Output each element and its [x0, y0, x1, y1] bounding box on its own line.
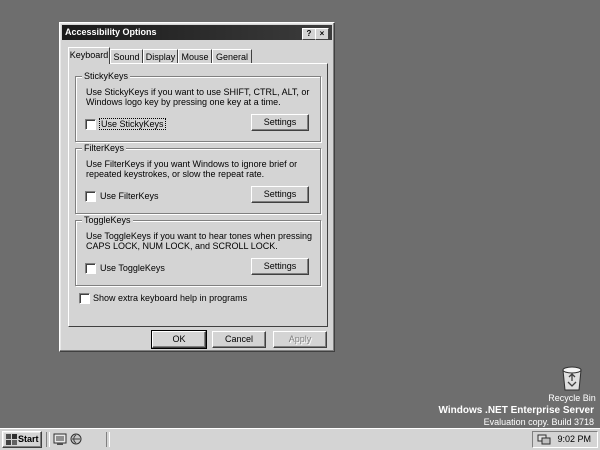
cancel-button[interactable]: Cancel [212, 331, 266, 348]
taskbar-separator [46, 432, 50, 447]
togglekeys-settings-label: Settings [263, 261, 297, 271]
start-button[interactable]: Start [2, 431, 42, 448]
tab-display[interactable]: Display [143, 49, 178, 63]
ok-button[interactable]: OK [151, 330, 207, 349]
stickykeys-settings-button[interactable]: Settings [251, 114, 309, 131]
keyboard-tab-panel: StickyKeys Use StickyKeys if you want to… [68, 63, 328, 327]
cancel-label: Cancel [224, 334, 253, 344]
accessibility-options-dialog: Accessibility Options ? × Keyboard Sound… [59, 22, 335, 352]
os-watermark: Windows .NET Enterprise Server Evaluatio… [438, 405, 594, 428]
filterkeys-description: Use FilterKeys if you want Windows to ig… [86, 159, 298, 179]
tab-sound[interactable]: Sound [110, 49, 143, 63]
desktop-icon[interactable] [53, 432, 67, 446]
togglekeys-settings-button[interactable]: Settings [251, 258, 309, 275]
taskbar: Start 9:02 PM [0, 428, 600, 450]
filterkeys-settings-label: Settings [263, 189, 297, 199]
start-label: Start [18, 434, 39, 444]
extra-help-label[interactable]: Show extra keyboard help in programs [93, 293, 247, 303]
stickykeys-settings-label: Settings [263, 117, 297, 127]
filterkeys-checkbox[interactable] [85, 191, 96, 202]
stickykeys-checkbox-label[interactable]: Use StickyKeys [99, 118, 166, 130]
ok-label: OK [172, 334, 186, 344]
internet-explorer-icon[interactable] [69, 432, 83, 446]
filterkeys-checkbox-label[interactable]: Use FilterKeys [100, 191, 159, 201]
stickykeys-legend: StickyKeys [82, 71, 131, 81]
togglekeys-checkbox[interactable] [85, 263, 96, 274]
close-button[interactable]: × [315, 28, 329, 40]
recycle-bin-icon [562, 366, 582, 391]
togglekeys-legend: ToggleKeys [82, 215, 133, 225]
apply-label: Apply [288, 334, 312, 344]
clock[interactable]: 9:02 PM [557, 432, 591, 447]
stickykeys-group: StickyKeys Use StickyKeys if you want to… [75, 71, 321, 142]
filterkeys-legend: FilterKeys [82, 143, 127, 153]
quicklaunch-separator [106, 432, 110, 447]
recycle-bin-label: Recycle Bin [548, 393, 596, 403]
dialog-title: Accessibility Options [65, 27, 157, 37]
tab-general[interactable]: General [212, 49, 252, 63]
system-tray: 9:02 PM [532, 431, 598, 448]
togglekeys-description: Use ToggleKeys if you want to hear tones… [86, 231, 312, 251]
dialog-titlebar[interactable]: Accessibility Options ? × [62, 25, 332, 40]
stickykeys-checkbox[interactable] [85, 119, 96, 130]
network-icon[interactable] [537, 434, 551, 446]
tab-mouse[interactable]: Mouse [178, 49, 212, 63]
watermark-build: Evaluation copy. Build 3718 [483, 417, 594, 427]
extra-help-checkbox[interactable] [79, 293, 90, 304]
windows-logo-icon [6, 434, 17, 445]
togglekeys-checkbox-label[interactable]: Use ToggleKeys [100, 263, 165, 273]
filterkeys-group: FilterKeys Use FilterKeys if you want Wi… [75, 143, 321, 214]
help-button[interactable]: ? [302, 28, 316, 40]
stickykeys-description: Use StickyKeys if you want to use SHIFT,… [86, 87, 310, 107]
apply-button[interactable]: Apply [273, 331, 327, 348]
filterkeys-settings-button[interactable]: Settings [251, 186, 309, 203]
togglekeys-group: ToggleKeys Use ToggleKeys if you want to… [75, 215, 321, 286]
watermark-product: Windows .NET Enterprise Server [438, 405, 594, 416]
tab-keyboard[interactable]: Keyboard [68, 47, 110, 64]
